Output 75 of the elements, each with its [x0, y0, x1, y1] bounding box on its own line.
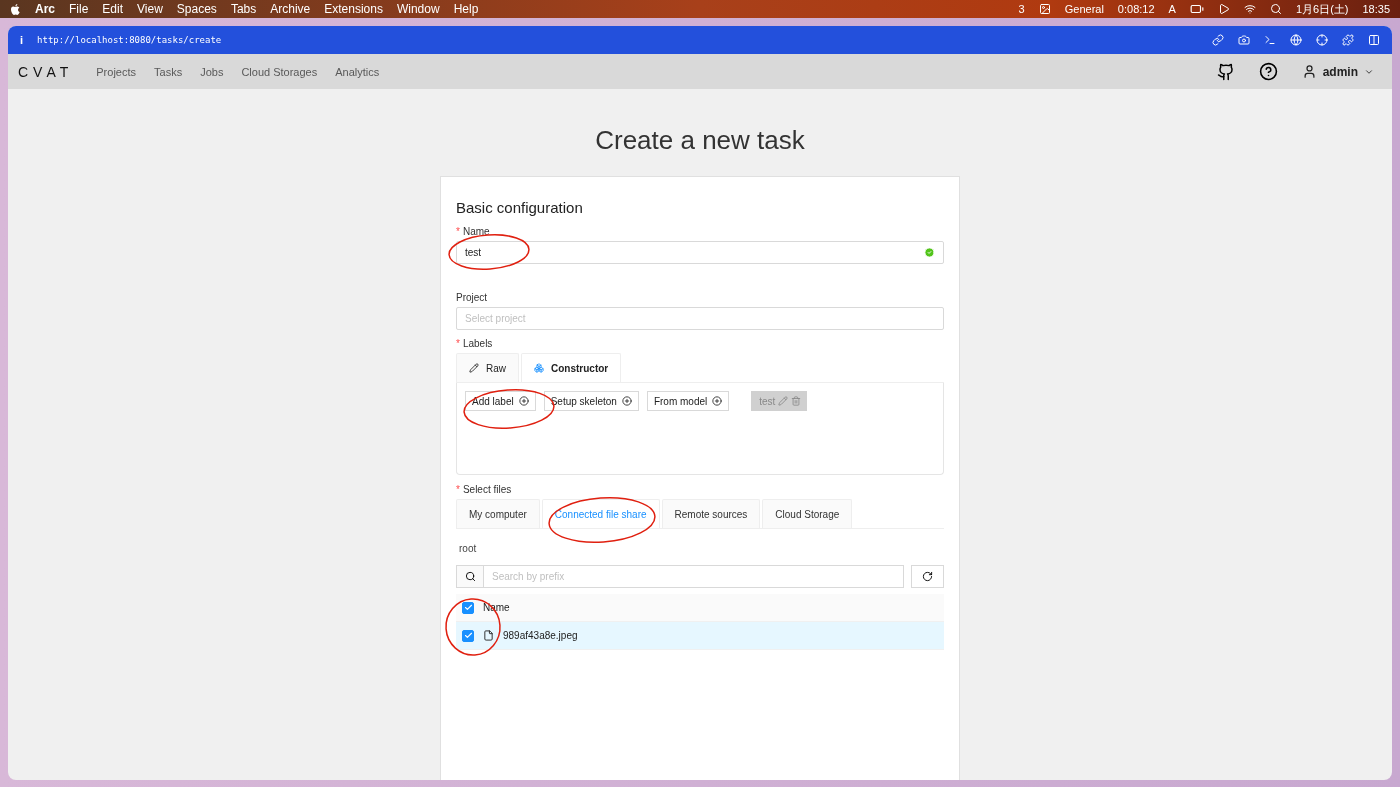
menu-item[interactable]: Help — [453, 2, 479, 16]
user-icon — [1301, 64, 1317, 79]
add-button[interactable]: Setup skeleton — [543, 391, 639, 411]
date: 1月6日(土) — [1295, 1, 1349, 17]
user-menu[interactable]: admin — [1295, 63, 1380, 80]
menu-item[interactable]: Spaces — [176, 2, 217, 16]
wifi-icon — [1243, 3, 1256, 15]
field-label: Labels — [462, 338, 493, 349]
file-name: 989af43a8e.jpeg — [503, 630, 578, 641]
timer: 0:08:12 — [1117, 3, 1155, 15]
url[interactable]: http://localhost:8080/tasks/create — [37, 35, 222, 45]
search-icon — [1269, 3, 1282, 15]
menu-item[interactable]: Archive — [270, 2, 311, 16]
nav-link[interactable]: Analytics — [326, 65, 389, 78]
camera-icon — [1238, 34, 1250, 46]
logo[interactable]: CVAT — [18, 63, 74, 80]
checkbox[interactable] — [462, 601, 474, 614]
nav-link[interactable]: Cloud Storages — [232, 65, 327, 78]
menu-item[interactable]: View — [137, 2, 163, 16]
blocks-icon — [534, 363, 544, 373]
page-title: Create a new task — [595, 125, 805, 156]
sidebar-icon — [1368, 34, 1380, 46]
notification-count: 3 — [1018, 3, 1025, 15]
menu-item[interactable]: Arc — [35, 2, 55, 16]
menu-item[interactable]: Extensions — [324, 2, 383, 16]
pencil-icon — [469, 363, 479, 373]
input-mode[interactable]: A — [1168, 3, 1176, 15]
nav-link[interactable]: Projects — [87, 65, 145, 78]
site-info[interactable]: i — [20, 34, 24, 46]
field-label: Select files — [462, 484, 512, 495]
focus-mode[interactable]: General — [1064, 3, 1104, 15]
clock: 18:35 — [1362, 3, 1390, 15]
menu-item[interactable]: Window — [396, 2, 440, 16]
terminal-icon — [1264, 34, 1276, 46]
refresh-button[interactable] — [911, 565, 944, 588]
help-icon — [1258, 62, 1278, 81]
section-title: Basic configuration — [456, 199, 584, 216]
checkbox[interactable] — [462, 629, 474, 642]
tab[interactable]: Cloud Storage — [762, 499, 853, 528]
search-icon — [464, 571, 476, 582]
plus-icon — [621, 396, 632, 406]
tab[interactable]: Raw — [456, 353, 519, 382]
plus-icon — [712, 396, 723, 406]
image-icon — [1038, 3, 1051, 15]
plus-icon — [518, 396, 529, 406]
puzzle-icon — [1342, 34, 1354, 46]
menu-item[interactable]: File — [69, 2, 89, 16]
nav-link[interactable]: Tasks — [145, 65, 192, 78]
github-icon — [1216, 62, 1235, 81]
tab[interactable]: Remote sources — [661, 499, 761, 528]
delete-icon — [791, 396, 802, 406]
name-input[interactable]: test — [456, 241, 944, 264]
play-icon — [1217, 3, 1230, 15]
apple-icon — [10, 2, 21, 16]
field-label: Project — [456, 292, 488, 303]
menu-item[interactable]: Tabs — [230, 2, 257, 16]
tab[interactable]: Constructor — [521, 353, 622, 382]
required-asterisk: * — [456, 338, 460, 349]
file-icon — [483, 630, 494, 641]
edit-icon — [778, 396, 789, 406]
required-asterisk: * — [456, 226, 460, 237]
add-button[interactable]: From model — [646, 391, 730, 411]
field-label: Name — [462, 226, 490, 237]
nav-link[interactable]: Jobs — [191, 65, 233, 78]
file-row[interactable]: 989af43a8e.jpeg — [456, 622, 944, 650]
menu-item[interactable]: Edit — [102, 2, 124, 16]
refresh-icon — [922, 571, 933, 582]
required-asterisk: * — [456, 484, 460, 495]
battery-icon — [1189, 2, 1204, 16]
add-button[interactable]: Add label — [465, 391, 536, 411]
crosshair-icon — [1316, 34, 1328, 46]
tab[interactable]: My computer — [456, 499, 540, 528]
globe-icon — [1290, 34, 1302, 46]
link-icon — [1212, 34, 1224, 46]
folder-path: root — [459, 543, 478, 554]
